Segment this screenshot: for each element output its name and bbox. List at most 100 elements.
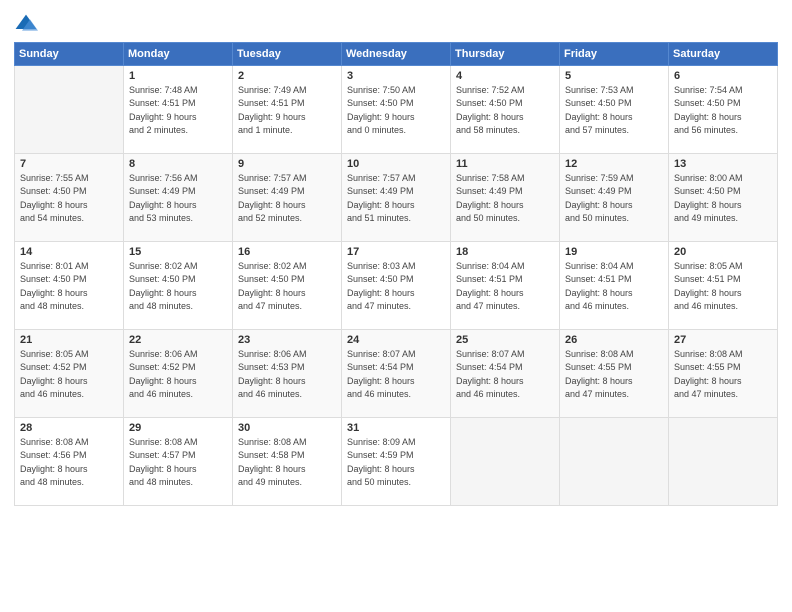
calendar-cell: 21 Sunrise: 8:05 AMSunset: 4:52 PMDayligh… bbox=[15, 329, 124, 417]
calendar-week-4: 21 Sunrise: 8:05 AMSunset: 4:52 PMDayligh… bbox=[15, 329, 778, 417]
weekday-header-wednesday: Wednesday bbox=[342, 42, 451, 65]
day-number: 20 bbox=[674, 246, 772, 258]
calendar-cell: 1 Sunrise: 7:48 AMSunset: 4:51 PMDaylight… bbox=[124, 65, 233, 153]
calendar-cell: 19 Sunrise: 8:04 AMSunset: 4:51 PMDayligh… bbox=[560, 241, 669, 329]
weekday-header-tuesday: Tuesday bbox=[233, 42, 342, 65]
calendar-cell: 13 Sunrise: 8:00 AMSunset: 4:50 PMDayligh… bbox=[669, 153, 778, 241]
day-info: Sunrise: 8:07 AMSunset: 4:54 PMDaylight:… bbox=[456, 348, 554, 402]
day-info: Sunrise: 8:06 AMSunset: 4:52 PMDaylight:… bbox=[129, 348, 227, 402]
day-number: 18 bbox=[456, 246, 554, 258]
day-info: Sunrise: 8:00 AMSunset: 4:50 PMDaylight:… bbox=[674, 172, 772, 226]
calendar-week-1: 1 Sunrise: 7:48 AMSunset: 4:51 PMDaylight… bbox=[15, 65, 778, 153]
day-info: Sunrise: 8:03 AMSunset: 4:50 PMDaylight:… bbox=[347, 260, 445, 314]
day-number: 19 bbox=[565, 246, 663, 258]
day-number: 4 bbox=[456, 70, 554, 82]
day-info: Sunrise: 7:58 AMSunset: 4:49 PMDaylight:… bbox=[456, 172, 554, 226]
day-number: 7 bbox=[20, 158, 118, 170]
calendar-cell bbox=[669, 417, 778, 505]
day-info: Sunrise: 8:08 AMSunset: 4:55 PMDaylight:… bbox=[565, 348, 663, 402]
calendar-cell: 6 Sunrise: 7:54 AMSunset: 4:50 PMDaylight… bbox=[669, 65, 778, 153]
day-info: Sunrise: 8:06 AMSunset: 4:53 PMDaylight:… bbox=[238, 348, 336, 402]
day-info: Sunrise: 7:57 AMSunset: 4:49 PMDaylight:… bbox=[238, 172, 336, 226]
day-number: 2 bbox=[238, 70, 336, 82]
calendar-cell: 15 Sunrise: 8:02 AMSunset: 4:50 PMDayligh… bbox=[124, 241, 233, 329]
calendar-cell: 5 Sunrise: 7:53 AMSunset: 4:50 PMDaylight… bbox=[560, 65, 669, 153]
day-info: Sunrise: 7:53 AMSunset: 4:50 PMDaylight:… bbox=[565, 84, 663, 138]
day-number: 28 bbox=[20, 422, 118, 434]
calendar-cell: 28 Sunrise: 8:08 AMSunset: 4:56 PMDayligh… bbox=[15, 417, 124, 505]
day-number: 9 bbox=[238, 158, 336, 170]
calendar-week-2: 7 Sunrise: 7:55 AMSunset: 4:50 PMDaylight… bbox=[15, 153, 778, 241]
day-number: 10 bbox=[347, 158, 445, 170]
day-info: Sunrise: 7:57 AMSunset: 4:49 PMDaylight:… bbox=[347, 172, 445, 226]
day-info: Sunrise: 8:04 AMSunset: 4:51 PMDaylight:… bbox=[565, 260, 663, 314]
day-info: Sunrise: 8:05 AMSunset: 4:51 PMDaylight:… bbox=[674, 260, 772, 314]
day-number: 6 bbox=[674, 70, 772, 82]
calendar-cell: 2 Sunrise: 7:49 AMSunset: 4:51 PMDaylight… bbox=[233, 65, 342, 153]
weekday-header-friday: Friday bbox=[560, 42, 669, 65]
day-number: 13 bbox=[674, 158, 772, 170]
calendar-cell: 11Sunrise: 7:58 AMSunset: 4:49 PMDayligh… bbox=[451, 153, 560, 241]
calendar-cell: 7 Sunrise: 7:55 AMSunset: 4:50 PMDaylight… bbox=[15, 153, 124, 241]
calendar-cell: 26Sunrise: 8:08 AMSunset: 4:55 PMDayligh… bbox=[560, 329, 669, 417]
day-info: Sunrise: 7:49 AMSunset: 4:51 PMDaylight:… bbox=[238, 84, 336, 138]
calendar-cell: 4 Sunrise: 7:52 AMSunset: 4:50 PMDaylight… bbox=[451, 65, 560, 153]
logo bbox=[14, 12, 40, 34]
day-number: 1 bbox=[129, 70, 227, 82]
calendar-week-3: 14 Sunrise: 8:01 AMSunset: 4:50 PMDayligh… bbox=[15, 241, 778, 329]
weekday-header-thursday: Thursday bbox=[451, 42, 560, 65]
calendar-cell bbox=[560, 417, 669, 505]
day-number: 8 bbox=[129, 158, 227, 170]
day-info: Sunrise: 8:08 AMSunset: 4:55 PMDaylight:… bbox=[674, 348, 772, 402]
day-info: Sunrise: 7:56 AMSunset: 4:49 PMDaylight:… bbox=[129, 172, 227, 226]
calendar-cell: 14 Sunrise: 8:01 AMSunset: 4:50 PMDayligh… bbox=[15, 241, 124, 329]
day-number: 3 bbox=[347, 70, 445, 82]
day-info: Sunrise: 8:02 AMSunset: 4:50 PMDaylight:… bbox=[129, 260, 227, 314]
calendar-cell: 10 Sunrise: 7:57 AMSunset: 4:49 PMDayligh… bbox=[342, 153, 451, 241]
day-number: 30 bbox=[238, 422, 336, 434]
page: SundayMondayTuesdayWednesdayThursdayFrid… bbox=[0, 0, 792, 612]
day-number: 17 bbox=[347, 246, 445, 258]
day-number: 15 bbox=[129, 246, 227, 258]
calendar-header: SundayMondayTuesdayWednesdayThursdayFrid… bbox=[15, 42, 778, 65]
day-info: Sunrise: 7:52 AMSunset: 4:50 PMDaylight:… bbox=[456, 84, 554, 138]
calendar-cell: 17 Sunrise: 8:03 AMSunset: 4:50 PMDayligh… bbox=[342, 241, 451, 329]
day-info: Sunrise: 8:09 AMSunset: 4:59 PMDaylight:… bbox=[347, 436, 445, 490]
day-number: 24 bbox=[347, 334, 445, 346]
day-info: Sunrise: 8:07 AMSunset: 4:54 PMDaylight:… bbox=[347, 348, 445, 402]
day-info: Sunrise: 7:50 AMSunset: 4:50 PMDaylight:… bbox=[347, 84, 445, 138]
calendar-cell: 12Sunrise: 7:59 AMSunset: 4:49 PMDayligh… bbox=[560, 153, 669, 241]
day-number: 31 bbox=[347, 422, 445, 434]
calendar-cell: 20 Sunrise: 8:05 AMSunset: 4:51 PMDayligh… bbox=[669, 241, 778, 329]
calendar-body: 1 Sunrise: 7:48 AMSunset: 4:51 PMDaylight… bbox=[15, 65, 778, 505]
day-info: Sunrise: 8:08 AMSunset: 4:57 PMDaylight:… bbox=[129, 436, 227, 490]
calendar-week-5: 28 Sunrise: 8:08 AMSunset: 4:56 PMDayligh… bbox=[15, 417, 778, 505]
day-info: Sunrise: 8:02 AMSunset: 4:50 PMDaylight:… bbox=[238, 260, 336, 314]
day-number: 21 bbox=[20, 334, 118, 346]
weekday-header-sunday: Sunday bbox=[15, 42, 124, 65]
calendar-cell: 23 Sunrise: 8:06 AMSunset: 4:53 PMDayligh… bbox=[233, 329, 342, 417]
day-info: Sunrise: 7:54 AMSunset: 4:50 PMDaylight:… bbox=[674, 84, 772, 138]
logo-icon bbox=[14, 13, 38, 33]
day-number: 23 bbox=[238, 334, 336, 346]
calendar-cell: 16Sunrise: 8:02 AMSunset: 4:50 PMDayligh… bbox=[233, 241, 342, 329]
calendar-cell: 29Sunrise: 8:08 AMSunset: 4:57 PMDayligh… bbox=[124, 417, 233, 505]
day-number: 5 bbox=[565, 70, 663, 82]
day-number: 22 bbox=[129, 334, 227, 346]
calendar-cell: 9 Sunrise: 7:57 AMSunset: 4:49 PMDaylight… bbox=[233, 153, 342, 241]
day-info: Sunrise: 7:55 AMSunset: 4:50 PMDaylight:… bbox=[20, 172, 118, 226]
calendar-cell: 22 Sunrise: 8:06 AMSunset: 4:52 PMDayligh… bbox=[124, 329, 233, 417]
day-info: Sunrise: 8:08 AMSunset: 4:56 PMDaylight:… bbox=[20, 436, 118, 490]
weekday-header-monday: Monday bbox=[124, 42, 233, 65]
day-info: Sunrise: 8:01 AMSunset: 4:50 PMDaylight:… bbox=[20, 260, 118, 314]
calendar-cell: 24 Sunrise: 8:07 AMSunset: 4:54 PMDayligh… bbox=[342, 329, 451, 417]
day-info: Sunrise: 7:48 AMSunset: 4:51 PMDaylight:… bbox=[129, 84, 227, 138]
day-number: 12 bbox=[565, 158, 663, 170]
day-number: 14 bbox=[20, 246, 118, 258]
calendar-cell: 30Sunrise: 8:08 AMSunset: 4:58 PMDayligh… bbox=[233, 417, 342, 505]
calendar: SundayMondayTuesdayWednesdayThursdayFrid… bbox=[14, 42, 778, 506]
calendar-cell: 31 Sunrise: 8:09 AMSunset: 4:59 PMDayligh… bbox=[342, 417, 451, 505]
header bbox=[14, 12, 778, 34]
day-info: Sunrise: 8:05 AMSunset: 4:52 PMDaylight:… bbox=[20, 348, 118, 402]
calendar-cell: 8 Sunrise: 7:56 AMSunset: 4:49 PMDaylight… bbox=[124, 153, 233, 241]
